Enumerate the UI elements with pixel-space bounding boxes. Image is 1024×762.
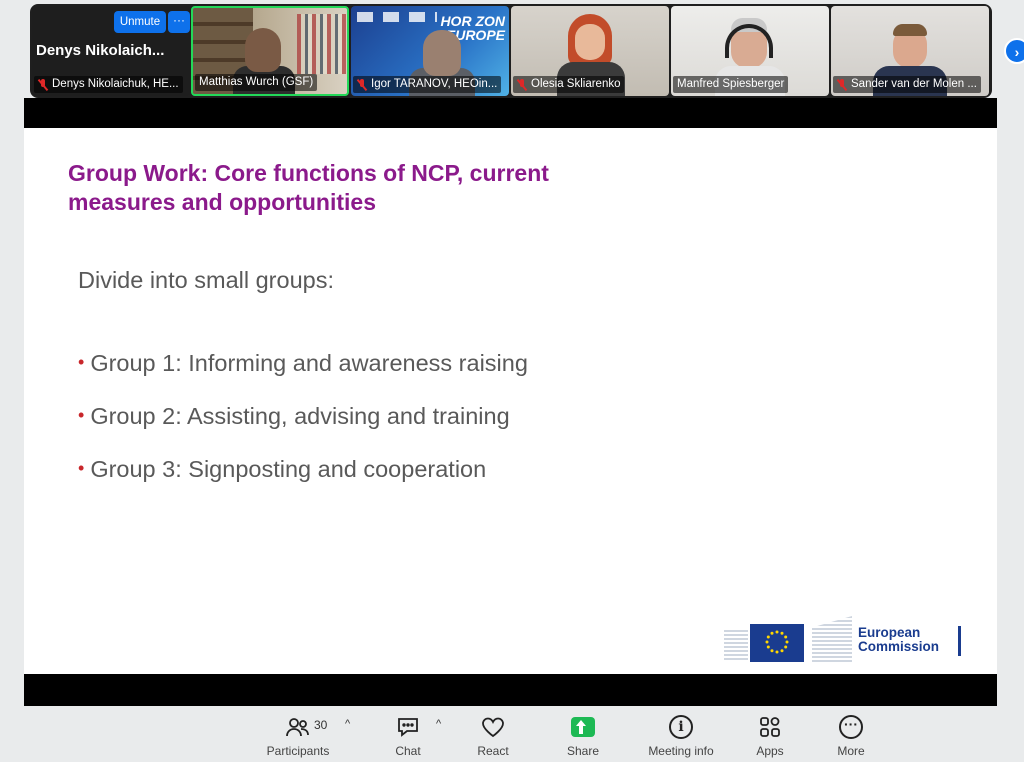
more-button[interactable]: ··· More [832,712,870,762]
logo-text: European Commission [858,626,939,654]
mic-muted-icon [517,78,527,91]
logo-text-line: Commission [858,639,940,654]
share-label: Share [566,744,600,758]
meeting-toolbar: Participants 30 ^ Chat ^ React Share i M… [0,706,1024,762]
list-item: • Group 1: Informing and awareness raisin… [78,350,528,403]
participant-name-bar: Sander van der Molen ... [833,76,981,93]
participant-gallery: Unmute ··· Denys Nikolaich... Denys Niko… [30,4,992,98]
slide-intro-text: Divide into small groups: [78,267,334,293]
shared-screen: Group Work: Core functions of NCP, curre… [24,98,997,706]
participant-tile-active-speaker[interactable]: Matthias Wurch (GSF) [191,6,349,96]
mic-muted-icon [38,78,48,91]
list-item: • Group 2: Assisting, advising and traini… [78,403,528,456]
bullet-icon: • [78,458,85,478]
info-icon: i [669,712,693,742]
apps-button[interactable]: Apps [752,712,788,762]
chat-label: Chat [395,744,421,758]
gallery-next-page-button[interactable]: › [1004,38,1024,64]
participant-name-bar: Manfred Spiesberger [673,76,789,93]
chat-button[interactable]: Chat [388,712,428,762]
participant-name: Igor TARANOV, HEOin... [371,78,498,90]
react-button[interactable]: React [472,712,514,762]
unmute-button[interactable]: Unmute [114,11,166,33]
video-background [297,14,347,74]
chat-caret-icon[interactable]: ^ [436,718,441,730]
share-screen-icon [571,712,595,742]
share-screen-button[interactable]: Share [563,712,603,762]
logo-text-line: European [858,625,921,640]
bullet-text: Group 3: Signposting and cooperation [90,456,487,482]
berlaymont-building-icon [812,616,852,662]
european-commission-logo: European Commission [724,616,964,666]
slide-bullet-list: • Group 1: Informing and awareness raisin… [78,350,528,509]
more-icon: ··· [839,712,863,742]
participant-tile[interactable]: Olesia Skliarenko [511,6,669,96]
bullet-text: Group 2: Assisting, advising and trainin… [90,403,510,429]
meeting-info-label: Meeting info [648,744,714,758]
bullet-icon: • [78,352,85,372]
video-person [575,24,605,60]
participant-tile[interactable]: HOR ZON EUROPE Igor TARANOV, HEOin... [351,6,509,96]
participant-tile[interactable]: Manfred Spiesberger [671,6,829,96]
meeting-info-button[interactable]: i Meeting info [644,712,718,762]
mic-muted-icon [357,78,367,91]
participants-caret-icon[interactable]: ^ [345,718,350,730]
participant-tile[interactable]: Sander van der Molen ... [831,6,989,96]
logo-stripes [724,630,748,660]
eu-flag-icon [750,624,804,662]
participant-name: Sander van der Molen ... [851,78,977,90]
react-label: React [477,744,509,758]
slide-title: Group Work: Core functions of NCP, curre… [68,160,549,215]
participant-name-bar: Denys Nikolaichuk, HE... [34,76,183,93]
participant-name: Olesia Skliarenko [531,78,621,90]
presentation-slide: Group Work: Core functions of NCP, curre… [24,128,997,674]
participant-name-bar: Matthias Wurch (GSF) [195,74,318,91]
list-item: • Group 3: Signposting and cooperation [78,456,528,509]
participants-label: Participants [266,744,330,758]
participant-name: Denys Nikolaichuk, HE... [52,78,179,90]
participants-icon [285,712,311,742]
video-person [245,28,281,72]
bullet-icon: • [78,405,85,425]
bullet-text: Group 1: Informing and awareness raising [90,350,528,376]
participant-tile[interactable]: Unmute ··· Denys Nikolaich... Denys Niko… [32,6,190,96]
participants-count-badge: 30 [314,718,328,732]
video-person [423,30,461,76]
more-options-button[interactable]: ··· [168,11,190,33]
video-background [357,12,437,22]
mic-muted-icon [837,78,847,91]
apps-icon [758,712,782,742]
video-person [893,24,927,36]
logo-bar [958,626,961,656]
apps-label: Apps [756,744,784,758]
chat-icon [396,712,420,742]
participant-name: Manfred Spiesberger [677,78,785,90]
more-label: More [837,744,865,758]
participant-name-large: Denys Nikolaich... [36,42,165,59]
participant-name-bar: Igor TARANOV, HEOin... [353,76,502,93]
heart-icon [480,712,506,742]
participant-name: Matthias Wurch (GSF) [199,76,314,88]
participant-name-bar: Olesia Skliarenko [513,76,625,93]
